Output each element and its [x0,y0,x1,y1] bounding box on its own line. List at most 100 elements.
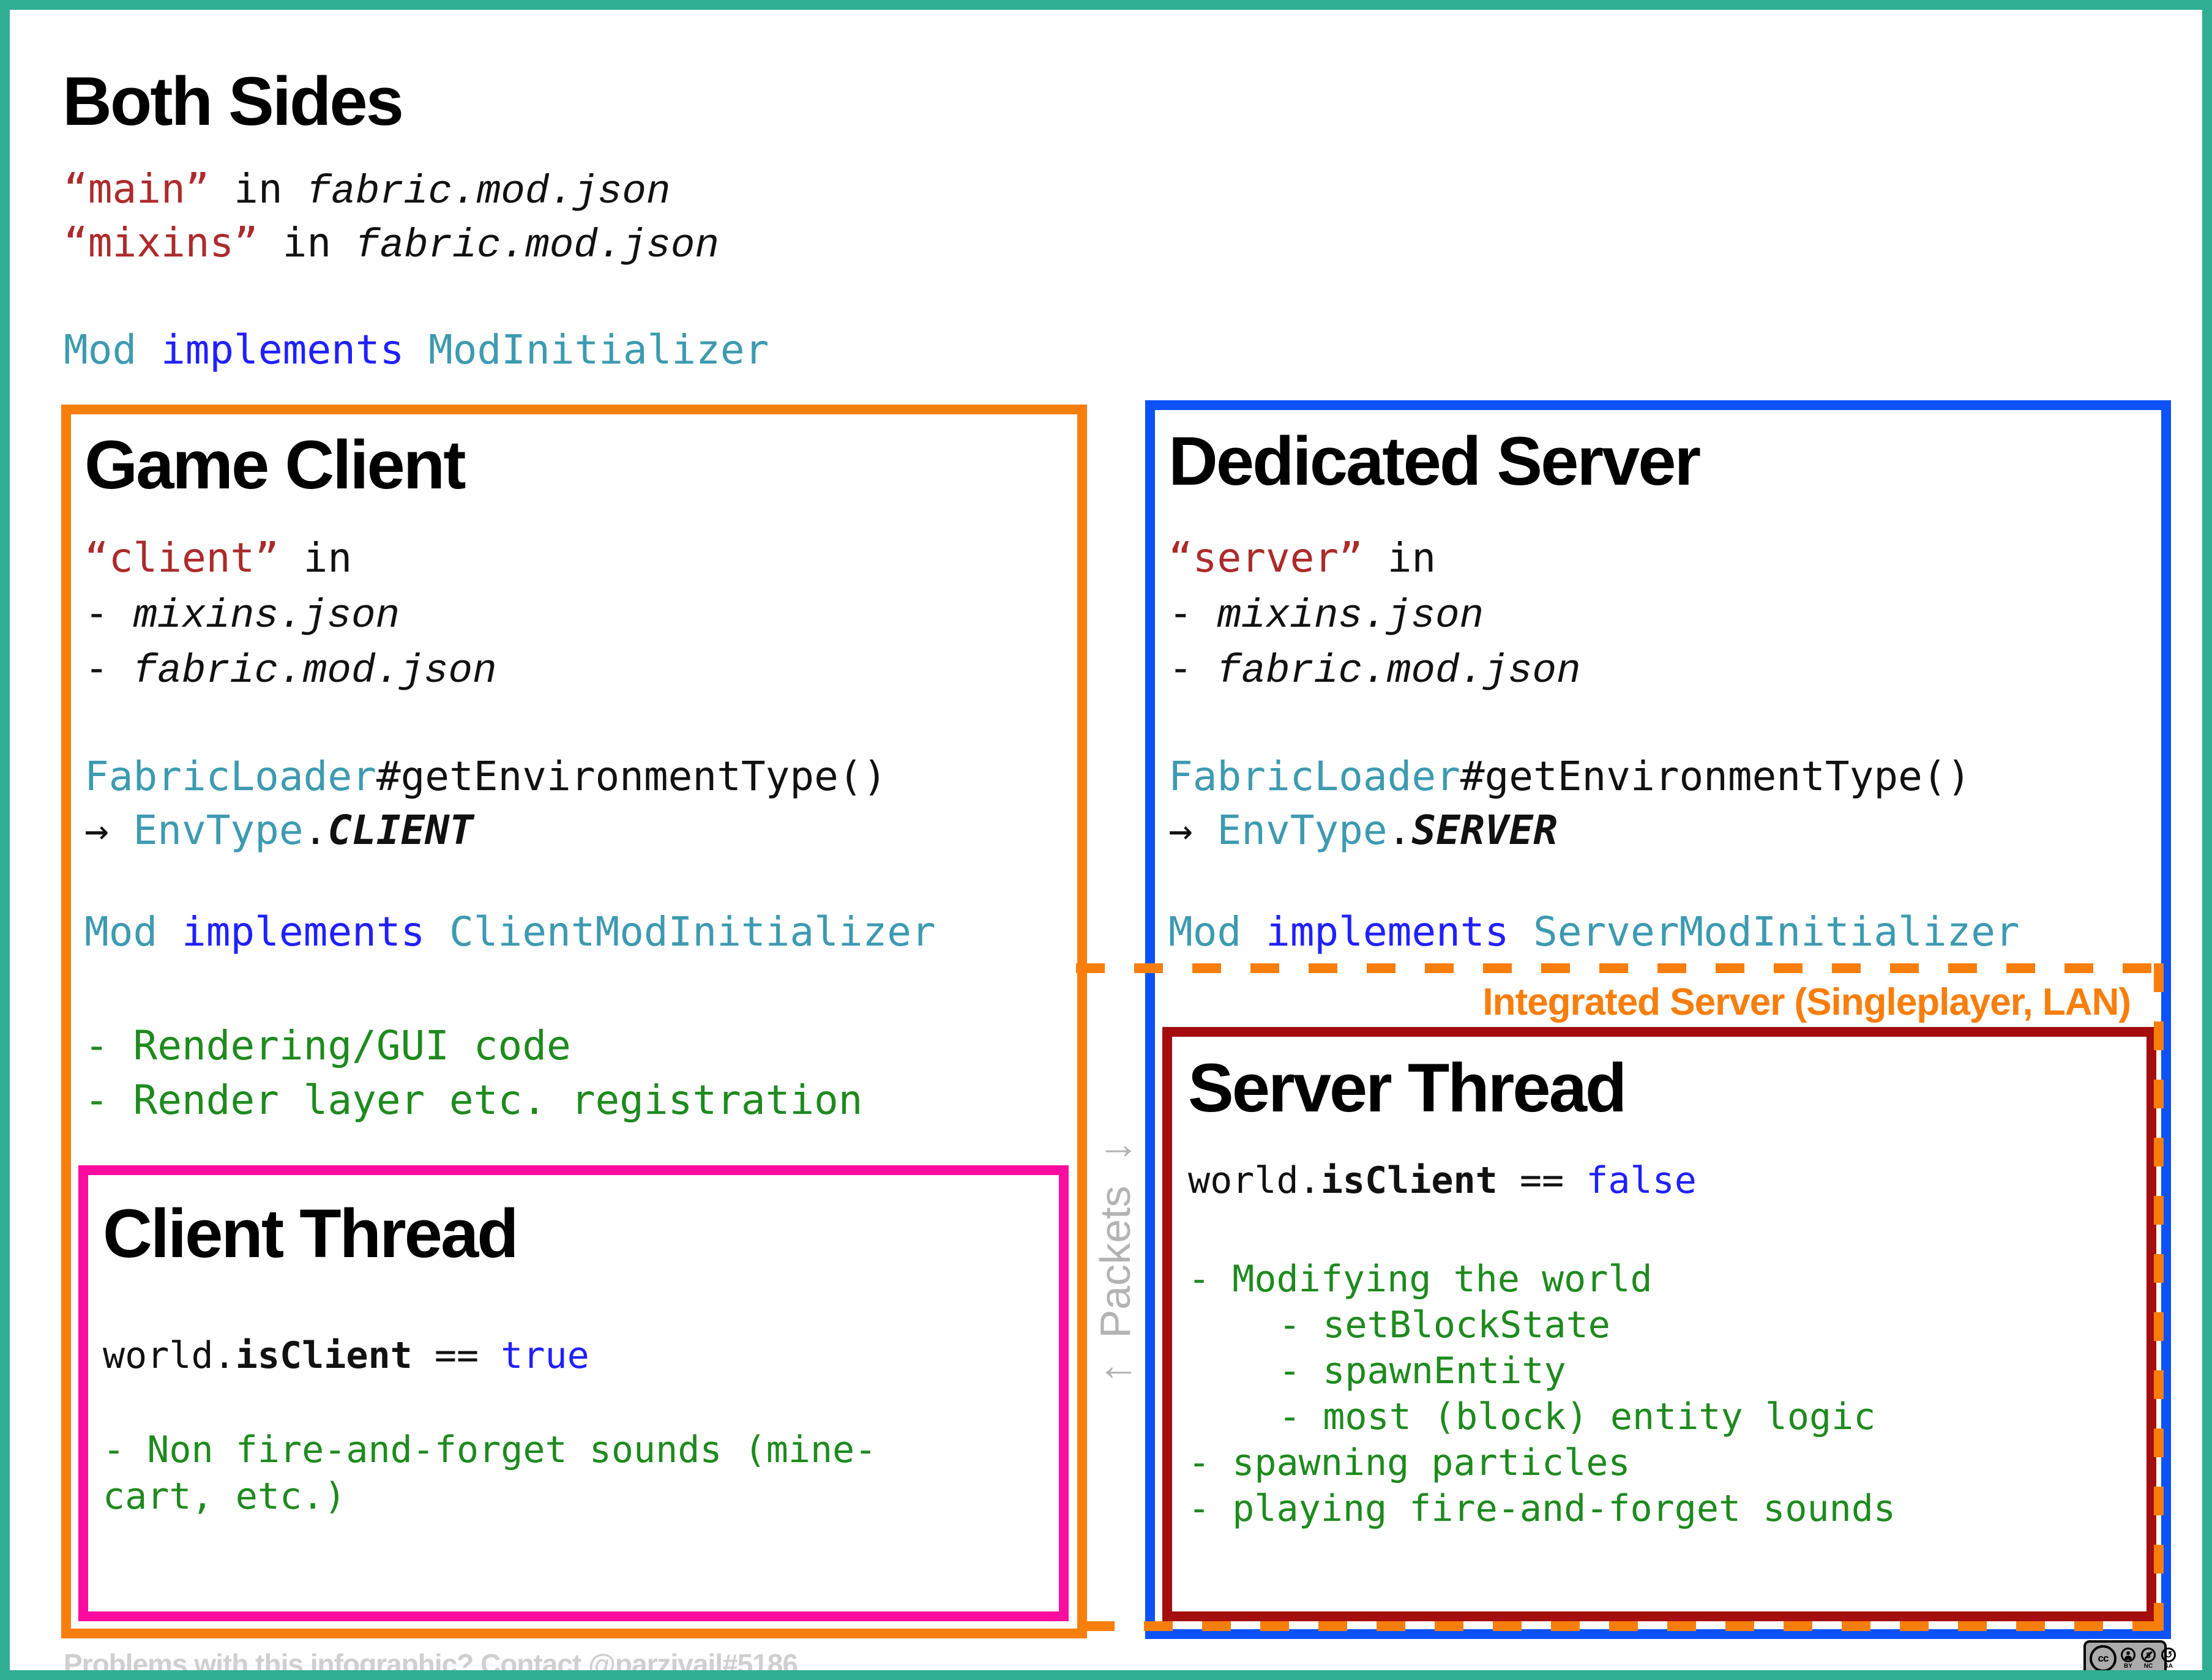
page-title: Both Sides [62,64,402,139]
gc-file-fabric-line: - fabric.mod.json [84,643,497,697]
client-thread-title: Client Thread [103,1196,517,1271]
nc-dollar-slash-icon: $ [2141,1648,2156,1662]
ct-world-prop: isClient [236,1334,413,1377]
mod-type: Mod [64,326,136,373]
gc-mod-line: Mod implements ClientModInitializer [84,907,936,958]
ds-result-arrow: → [1168,807,1217,854]
ct-world-eq: == [413,1334,501,1377]
cc-sa-unit: ↺ SA [2160,1648,2177,1670]
gc-file1-dash: - [84,589,133,637]
gc-client-in-line: “client” in [84,533,352,584]
st-note-entity-logic: - most (block) entity logic [1279,1394,1875,1440]
ds-server-in-line: “server” in [1168,533,1436,584]
gc-file-mixins-line: - mixins.json [84,588,400,642]
ct-world-value: true [501,1334,589,1377]
gc-file1-name: mixins.json [133,593,400,639]
person-head [2126,1651,2130,1655]
nc-label: NC [2144,1663,2153,1670]
ct-note-sounds-1: - Non fire-and-forget sounds (mine- [103,1427,876,1473]
mixins-mid: in [258,219,356,266]
integrated-server-dash-top [1076,963,2164,973]
by-label: BY [2124,1663,2132,1670]
st-world-line: world.isClient == false [1188,1158,1697,1204]
gc-client-key: “client” [84,534,279,581]
gc-file2-dash: - [84,644,133,692]
gc-result-arrow: → [84,807,133,854]
st-world-prop: isClient [1321,1159,1498,1202]
by-person-icon [2121,1648,2135,1662]
ds-server-key: “server” [1168,534,1363,581]
gc-env-class: FabricLoader [84,753,376,800]
integrated-server-label: Integrated Server (Singleplayer, LAN) [1482,980,2131,1024]
ct-world-line: world.isClient == true [103,1333,589,1379]
gc-env-result-line: → EnvType.CLIENT [84,805,474,856]
ds-server-rest: in [1363,534,1436,581]
main-file: fabric.mod.json [307,169,670,215]
ds-file-mixins-line: - mixins.json [1168,588,1484,642]
gc-mod-type: Mod [84,908,157,955]
mod-interface: ModInitializer [428,326,769,373]
mixins-file: fabric.mod.json [356,223,719,269]
mixins-key: “mixins” [64,219,258,266]
cc-by-unit: BY [2120,1648,2137,1670]
st-note-setblockstate: - setBlockState [1279,1302,1610,1348]
ds-env-call-line: FabricLoader#getEnvironmentType() [1168,752,1971,802]
packets-flow-label: ↑ Packets ↓ [1090,1085,1140,1439]
sa-label: SA [2164,1663,2173,1670]
st-world-obj: world [1188,1159,1299,1202]
server-thread-title: Server Thread [1188,1050,1625,1126]
st-note-modifying: - Modifying the world [1188,1256,1653,1302]
ds-file1-dash: - [1168,589,1217,637]
ds-file-fabric-line: - fabric.mod.json [1168,643,1581,697]
st-world-eq: == [1498,1159,1586,1202]
st-note-sounds: - playing fire-and-forget sounds [1188,1486,1896,1532]
cc-logo-icon: cc [2090,1645,2117,1672]
dedicated-server-title: Dedicated Server [1168,424,1699,499]
cc-license-badge: cc BY $ NC ↺ SA [2083,1640,2167,1677]
ds-file2-name: fabric.mod.json [1217,648,1580,694]
cc-nc-unit: $ NC [2140,1648,2157,1670]
ds-env-method: #getEnvironmentType() [1460,753,1971,800]
integrated-server-dash-right [2154,963,2164,1630]
integrated-server-dash-bottom [1086,1621,2164,1631]
ds-result-value: SERVER [1411,807,1557,854]
ds-result-class: EnvType [1217,807,1387,854]
gc-mod-interface: ClientModInitializer [449,908,936,955]
game-client-title: Game Client [84,427,465,502]
ds-mod-interface: ServerModInitializer [1533,908,2020,955]
main-mid: in [209,165,307,212]
gc-client-rest: in [279,534,352,581]
ds-file1-name: mixins.json [1217,593,1484,639]
ds-result-dot: . [1388,807,1412,854]
gc-env-method: #getEnvironmentType() [376,753,887,800]
mod-keyword: implements [136,326,428,373]
gc-mod-keyword: implements [157,908,449,955]
ds-env-result-line: → EnvType.SERVER [1168,805,1558,856]
infographic-canvas: Both Sides “main” in fabric.mod.json “mi… [0,0,2212,1680]
ct-world-dot: . [214,1334,236,1377]
person-body [2124,1656,2132,1660]
gc-env-call-line: FabricLoader#getEnvironmentType() [84,752,887,802]
gc-note-render-layer: - Render layer etc. registration [84,1075,863,1126]
sa-arrow-icon: ↺ [2161,1648,2176,1662]
gc-result-class: EnvType [133,807,303,854]
gc-result-value: CLIENT [327,807,473,854]
st-world-value: false [1586,1159,1697,1202]
ct-world-obj: world [103,1334,214,1377]
gc-note-rendering: - Rendering/GUI code [84,1021,571,1072]
ds-file2-dash: - [1168,644,1217,692]
st-world-dot: . [1299,1159,1321,1202]
ds-mod-keyword: implements [1241,908,1533,955]
mixins-in-fabric-line: “mixins” in fabric.mod.json [64,218,719,272]
gc-file2-name: fabric.mod.json [133,648,496,694]
ct-note-sounds-2: cart, etc.) [103,1474,346,1520]
ds-env-class: FabricLoader [1168,753,1460,800]
contact-note: Problems with this infographic? Contact … [64,1648,798,1680]
ds-mod-line: Mod implements ServerModInitializer [1168,907,2020,958]
sa-arrow: ↺ [2164,1650,2172,1660]
main-in-fabric-line: “main” in fabric.mod.json [64,164,670,218]
mod-initializer-line: Mod implements ModInitializer [64,325,769,376]
main-key: “main” [64,165,209,212]
gc-result-dot: . [304,807,328,854]
ds-mod-type: Mod [1168,908,1241,955]
